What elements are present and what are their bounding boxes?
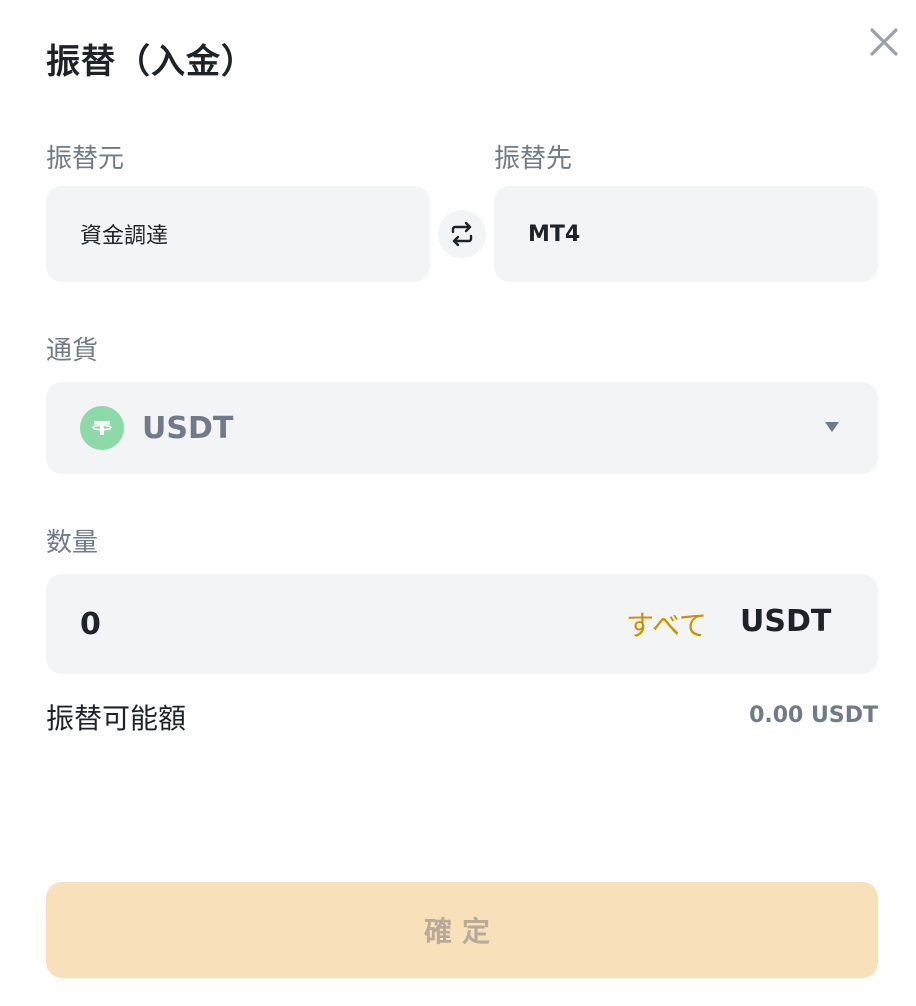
to-account-value: MT4 bbox=[528, 221, 581, 247]
available-label: 振替可能額 bbox=[46, 702, 187, 735]
currency-selected: USDT bbox=[142, 410, 234, 446]
amount-field[interactable]: すべて USDT bbox=[46, 574, 878, 674]
to-account-field[interactable]: MT4 bbox=[494, 186, 878, 282]
amount-input[interactable] bbox=[80, 606, 480, 642]
from-account-value: 資金調達 bbox=[80, 224, 169, 249]
amount-label: 数量 bbox=[46, 528, 99, 558]
swap-button[interactable] bbox=[438, 210, 486, 258]
close-button[interactable] bbox=[866, 24, 902, 60]
tether-icon bbox=[80, 406, 124, 450]
currency-select[interactable]: USDT bbox=[46, 382, 878, 474]
transfer-modal: 振替（入金） 振替元 振替先 資金調達 MT4 通貨 USDT 数量 0 すべて… bbox=[0, 0, 916, 1006]
to-label: 振替先 bbox=[494, 144, 573, 174]
amount-unit: USDT bbox=[740, 604, 832, 639]
max-all-button[interactable]: すべて bbox=[626, 604, 707, 644]
caret-down-icon bbox=[825, 422, 839, 432]
available-value: 0.00 USDT bbox=[749, 703, 878, 728]
from-account-field[interactable]: 資金調達 bbox=[46, 186, 430, 282]
confirm-label: 確定 bbox=[423, 915, 500, 948]
from-label: 振替元 bbox=[46, 144, 125, 174]
swap-icon bbox=[451, 221, 473, 247]
confirm-button[interactable]: 確定 bbox=[46, 882, 878, 978]
modal-title: 振替（入金） bbox=[46, 42, 256, 82]
close-icon bbox=[870, 28, 898, 56]
currency-label: 通貨 bbox=[46, 336, 99, 366]
